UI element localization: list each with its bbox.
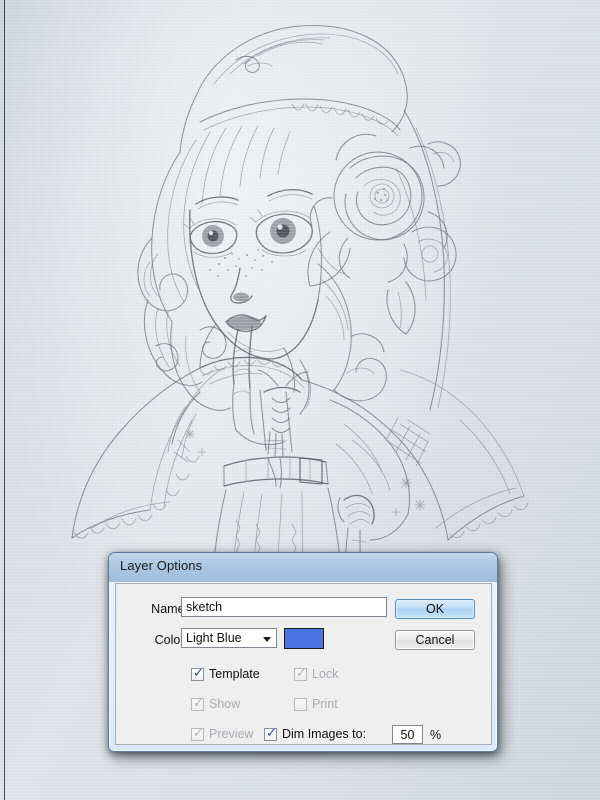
checkbox-label-dim-images: Dim Images to: — [282, 727, 367, 741]
checkbox-print — [294, 698, 307, 711]
checkbox-show: ✓ — [191, 696, 204, 711]
cancel-button[interactable]: Cancel — [395, 630, 475, 650]
ok-button[interactable]: OK — [395, 599, 475, 619]
checkbox-preview: ✓ — [191, 726, 204, 741]
checkbox-label-preview: Preview — [209, 727, 254, 741]
dim-images-input[interactable] — [392, 725, 423, 744]
color-select-value: Light Blue — [186, 631, 242, 645]
percent-label: % — [430, 728, 442, 742]
dialog-titlebar[interactable]: Layer Options — [109, 553, 497, 582]
chevron-down-icon — [263, 637, 271, 642]
color-field-label: Color: — [154, 633, 188, 647]
check-icon: ✓ — [193, 726, 204, 741]
layer-options-dialog: Layer Options Name: Color: Light Blue ✓ … — [108, 552, 498, 752]
artboard-edge — [4, 0, 5, 800]
check-icon: ✓ — [193, 696, 204, 711]
color-swatch[interactable] — [284, 628, 324, 649]
check-icon: ✓ — [296, 666, 307, 681]
name-field-label: Name: — [151, 602, 188, 616]
checkbox-dim-images[interactable]: ✓ — [264, 726, 277, 741]
check-icon: ✓ — [193, 666, 204, 681]
checkbox-lock: ✓ — [294, 666, 307, 681]
dialog-title: Layer Options — [120, 558, 203, 573]
checkbox-template[interactable]: ✓ — [191, 666, 204, 681]
check-icon: ✓ — [266, 726, 277, 741]
checkbox-label-lock: Lock — [312, 667, 339, 681]
color-select[interactable]: Light Blue — [181, 628, 277, 648]
checkbox-label-show: Show — [209, 697, 241, 711]
checkbox-label-print: Print — [312, 697, 338, 711]
app-root: Layer Options Name: Color: Light Blue ✓ … — [0, 0, 600, 800]
layer-name-input[interactable] — [181, 597, 387, 617]
checkbox-label-template: Template — [209, 667, 260, 681]
